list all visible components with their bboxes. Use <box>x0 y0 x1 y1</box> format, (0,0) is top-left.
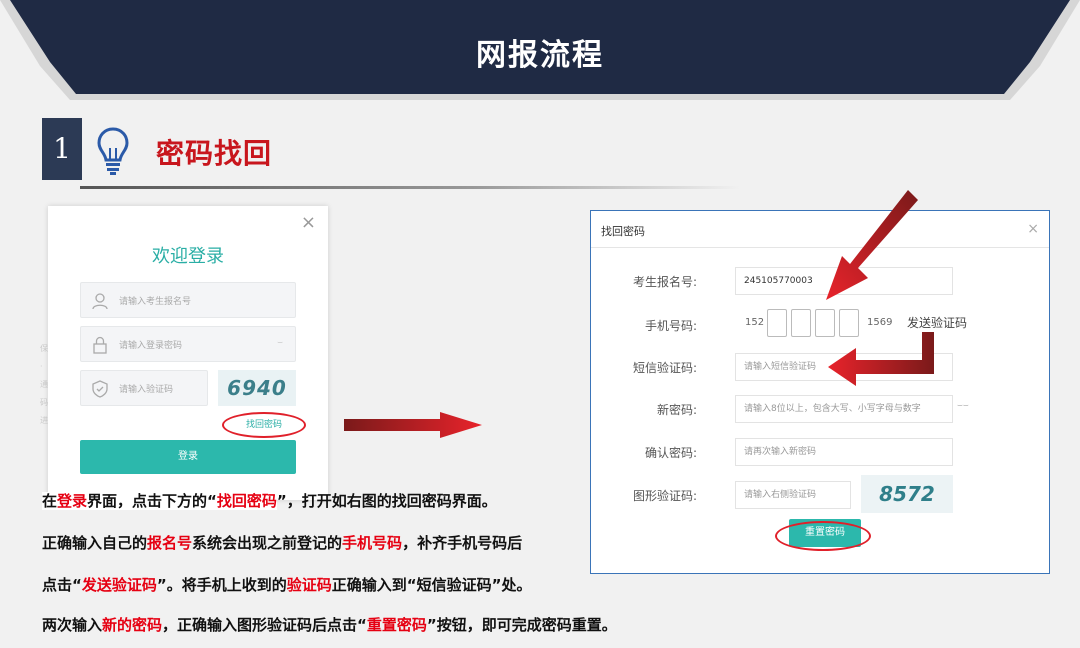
arrow-down-left-icon <box>826 190 918 300</box>
highlight-ring <box>775 521 871 551</box>
lightbulb-icon <box>97 127 129 175</box>
instruction-text: ”，打开如右图的找回密码界面。 <box>276 492 497 510</box>
instruction-line-3: 点击“发送验证码”。将手机上收到的验证码正确输入到“短信验证码”处。 <box>42 574 531 595</box>
recover-title: 找回密码 <box>601 225 645 238</box>
instruction-text: ”按钮，即可完成密码重置。 <box>426 616 617 634</box>
reg-no-placeholder: 请输入考生报名号 <box>119 297 192 307</box>
captcha-field[interactable]: 请输入右侧验证码 <box>735 481 851 509</box>
instruction-text: 在 <box>42 492 58 510</box>
password-placeholder: 请输入登录密码 <box>119 341 183 351</box>
captcha-image[interactable]: 6940 <box>218 370 296 406</box>
instruction-text: 正确输入自己的 <box>42 534 148 552</box>
confirm-password-label: 确认密码: <box>644 446 697 460</box>
highlight-text: 报名号 <box>147 534 193 552</box>
phone-suffix: 1569 <box>867 317 893 328</box>
highlight-text: 手机号码 <box>342 534 403 552</box>
highlight-text: 发送验证码 <box>81 576 157 594</box>
captcha-label: 图形验证码: <box>632 489 697 503</box>
title-divider <box>591 247 1049 248</box>
new-password-field[interactable]: 请输入8位以上，包含大写、小写字母与数字 <box>735 395 953 423</box>
recover-password-dialog: 找回密码 × 考生报名号: 245105770003 手机号码: 152 156… <box>590 210 1050 574</box>
instruction-text: 两次输入 <box>42 616 103 634</box>
user-icon <box>92 293 108 310</box>
arrow-bend-left-icon <box>828 332 934 386</box>
shield-icon <box>92 380 108 398</box>
highlight-text: 重置密码 <box>366 616 427 634</box>
login-dialog: × 欢迎登录 请输入考生报名号 请输入登录密码 ⌣ 请输入验证码 6940 找回… <box>48 206 328 500</box>
instruction-text: 界面，点击下方的“ <box>87 492 217 510</box>
reg-no-label: 考生报名号: <box>632 275 697 289</box>
confirm-password-field[interactable]: 请再次输入新密码 <box>735 438 953 466</box>
sms-label: 短信验证码: <box>632 361 697 375</box>
captcha-image[interactable]: 8572 <box>861 475 953 513</box>
send-code-button[interactable]: 发送验证码 <box>907 314 967 331</box>
forgot-password-link[interactable]: 找回密码 <box>222 412 306 438</box>
highlight-text: 找回密码 <box>216 492 277 510</box>
phone-label: 手机号码: <box>644 319 697 333</box>
phone-digit-box[interactable] <box>767 309 787 337</box>
highlight-text: 新的密码 <box>102 616 163 634</box>
captcha-placeholder: 请输入验证码 <box>119 385 174 395</box>
highlight-text: 验证码 <box>286 576 332 594</box>
instruction-text: ，补齐手机号码后 <box>402 534 523 552</box>
eye-closed-icon[interactable]: ⌣⌣ <box>957 401 969 411</box>
eye-closed-icon[interactable]: ⌣ <box>277 338 283 348</box>
instruction-line-2: 正确输入自己的报名号系统会出现之前登记的手机号码，补齐手机号码后 <box>42 532 522 553</box>
login-button[interactable]: 登录 <box>80 440 296 474</box>
instruction-line-1: 在登录界面，点击下方的“找回密码”，打开如右图的找回密码界面。 <box>42 490 497 511</box>
new-password-label: 新密码: <box>656 403 697 417</box>
phone-digit-box[interactable] <box>791 309 811 337</box>
highlight-text: 登录 <box>57 492 88 510</box>
login-title: 欢迎登录 <box>152 246 224 267</box>
arrow-right-icon <box>344 412 482 438</box>
instruction-text: 正确输入到“短信验证码”处。 <box>331 576 532 594</box>
instruction-text: ，正确输入图形验证码后点击“ <box>162 616 367 634</box>
lock-icon <box>93 336 107 354</box>
login-close-button[interactable]: × <box>301 212 316 233</box>
phone-prefix: 152 <box>745 317 765 328</box>
step-title: 密码找回 <box>156 137 273 170</box>
instruction-text: ”。将手机上收到的 <box>156 576 287 594</box>
captcha-input[interactable]: 请输入验证码 <box>80 370 208 406</box>
step-number: 1 <box>42 118 82 180</box>
divider-line <box>80 186 740 189</box>
recover-close-button[interactable]: × <box>1027 221 1039 237</box>
instruction-line-4: 两次输入新的密码，正确输入图形验证码后点击“重置密码”按钮，即可完成密码重置。 <box>42 614 617 635</box>
instruction-text: 点击“ <box>42 576 82 594</box>
reg-no-input[interactable]: 请输入考生报名号 <box>80 282 296 318</box>
instruction-text: 系统会出现之前登记的 <box>192 534 343 552</box>
page-title: 网报流程 <box>476 38 604 73</box>
password-input[interactable]: 请输入登录密码 ⌣ <box>80 326 296 362</box>
